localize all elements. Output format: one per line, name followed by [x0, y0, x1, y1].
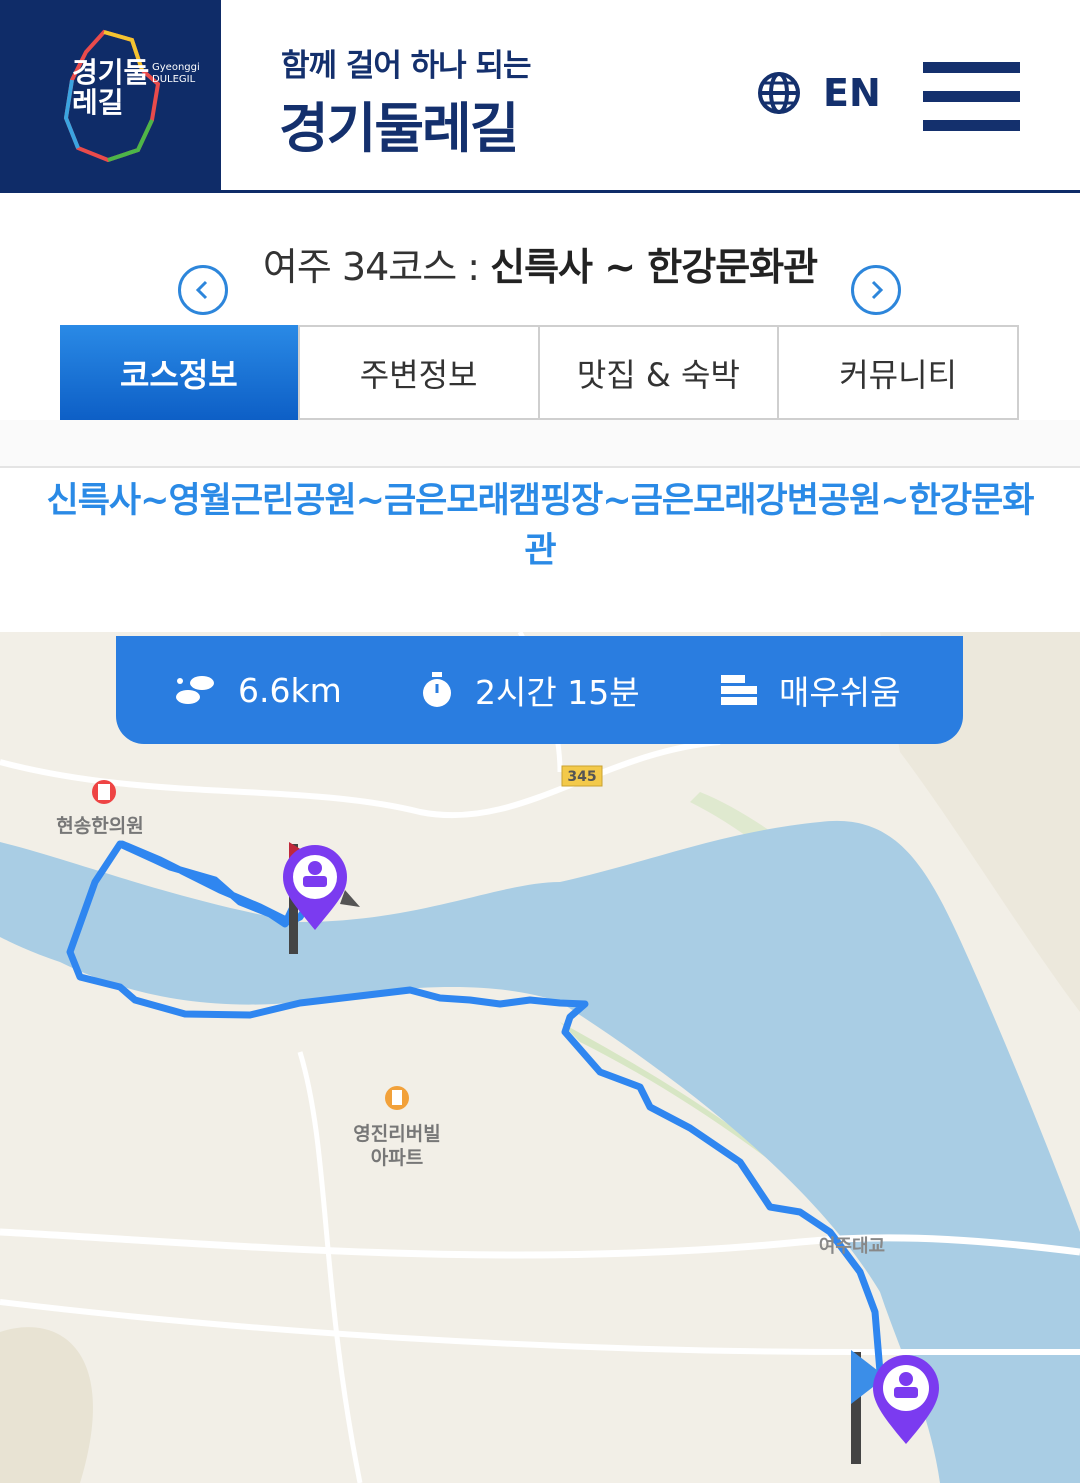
language-switch[interactable]: EN	[757, 68, 881, 118]
stopwatch-icon	[423, 672, 451, 707]
clinic-label: 현송한의원	[56, 815, 143, 837]
course-stats-bar: 6.6km 2시간 15분 매우쉬움	[116, 636, 963, 744]
logo-en-line2: DULEGIL	[152, 74, 196, 85]
menu-bar-icon	[923, 62, 1020, 73]
apartment-label-line1: 영진리버빌	[353, 1123, 440, 1145]
course-tabs: 코스정보 주변정보 맛집 & 숙박 커뮤니티	[60, 325, 1019, 420]
globe-icon	[758, 72, 800, 114]
bridge-label: 여주대교	[819, 1236, 885, 1257]
course-title: 여주 34코스 : 신륵사 ~ 한강문화관	[0, 236, 1080, 291]
tab-food-lodging[interactable]: 맛집 & 숙박	[540, 327, 780, 418]
logo-english: Gyeonggi DULEGIL	[152, 62, 200, 86]
course-map[interactable]: 345 현송한의원 영진리버빌 아파트 여주대교	[0, 632, 1080, 1483]
hamburger-menu-button[interactable]	[923, 62, 1020, 132]
duration-stat: 2시간 15분	[421, 666, 640, 714]
footprints-icon	[176, 676, 214, 704]
header-divider	[0, 190, 1080, 193]
apartment-label-line2: 아파트	[371, 1147, 423, 1169]
logo-text: 경기둘레길	[72, 56, 150, 119]
next-course-button[interactable]	[851, 265, 901, 315]
difficulty-icon	[721, 675, 757, 705]
difficulty-value: 매우쉬움	[779, 673, 901, 712]
brand-title[interactable]: 경기둘레길	[279, 84, 519, 163]
menu-bar-icon	[923, 91, 1020, 102]
language-label: EN	[823, 71, 881, 115]
route-waypoints: 신륵사~영월근린공원~금은모래캠핑장~금은모래강변공원~한강문화관	[46, 481, 1035, 571]
tab-community[interactable]: 커뮤니티	[779, 327, 1017, 418]
road-number-label: 345	[567, 769, 596, 785]
brand-tagline: 함께 걸어 하나 되는	[281, 48, 532, 84]
tab-nearby-info[interactable]: 주변정보	[300, 327, 540, 418]
logo-en-line1: Gyeonggi	[152, 62, 200, 73]
menu-bar-icon	[923, 120, 1020, 131]
chevron-right-icon	[871, 280, 884, 300]
distance-stat: 6.6km	[174, 666, 342, 714]
site-header: 경기둘레길 Gyeonggi DULEGIL 함께 걸어 하나 되는 경기둘레길…	[0, 0, 1080, 193]
tab-course-info[interactable]: 코스정보	[60, 325, 300, 420]
apartment-icon	[385, 1086, 409, 1110]
course-prefix: 여주 34코스 :	[262, 245, 491, 289]
difficulty-stat: 매우쉬움	[721, 666, 900, 714]
section-divider	[0, 420, 1080, 468]
distance-value: 6.6km	[238, 670, 342, 710]
hospital-icon	[92, 780, 116, 804]
course-name: 신륵사 ~ 한강문화관	[490, 245, 818, 289]
site-logo[interactable]: 경기둘레길 Gyeonggi DULEGIL	[0, 0, 221, 193]
duration-value: 2시간 15분	[475, 673, 640, 712]
map-canvas: 345 현송한의원 영진리버빌 아파트 여주대교	[0, 632, 1080, 1483]
